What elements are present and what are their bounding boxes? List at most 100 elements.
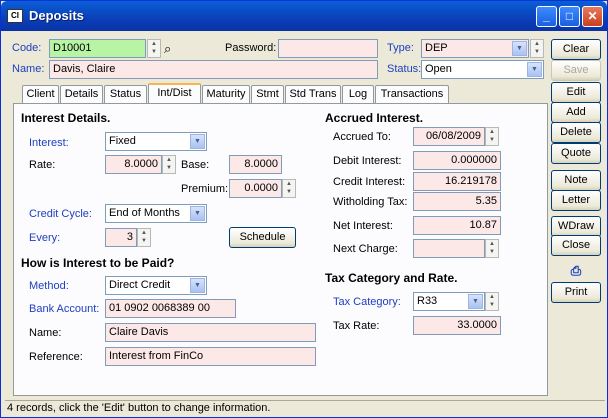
minimize-button[interactable]: _ <box>536 6 557 27</box>
rate-label: Rate: <box>29 159 56 171</box>
note-button[interactable]: Note <box>551 170 601 191</box>
binoculars-search-icon[interactable]: ⌕ <box>164 41 171 57</box>
printer-icon: ⎙ <box>570 263 582 278</box>
payee-name-label: Name: <box>29 327 62 339</box>
app-icon: CI <box>7 9 23 23</box>
base-field[interactable]: 8.0000 <box>229 155 282 174</box>
tab-log[interactable]: Log <box>342 85 374 103</box>
tax-heading: Tax Category and Rate. <box>325 271 458 285</box>
type-value: DEP <box>425 42 448 54</box>
reference-field[interactable]: Interest from FinCo <box>105 347 316 366</box>
every-label: Every: <box>29 232 61 244</box>
clear-button[interactable]: Clear <box>551 39 601 60</box>
chevron-down-icon[interactable]: ▼ <box>190 278 205 293</box>
type-spinner[interactable]: ▲ ▼ <box>530 39 544 58</box>
password-field[interactable] <box>278 39 378 58</box>
password-label: Password: <box>225 42 277 54</box>
status-select[interactable]: Open ▼ <box>421 60 544 79</box>
net-interest-label: Net Interest: <box>333 220 393 232</box>
rate-field[interactable]: 8.0000 <box>105 155 162 174</box>
premium-field[interactable]: 0.0000 <box>229 179 282 198</box>
tax-category-select[interactable]: R33 ▼ <box>413 292 485 311</box>
every-spinner[interactable]: ▲ ▼ <box>137 228 151 247</box>
close-window-button[interactable]: ✕ <box>582 6 603 27</box>
letter-button[interactable]: Letter <box>551 190 601 211</box>
rate-spinner[interactable]: ▲ ▼ <box>162 155 176 174</box>
next-charge-label: Next Charge: <box>333 243 398 255</box>
debit-interest-field[interactable]: 0.000000 <box>413 151 501 170</box>
code-field[interactable]: D10001 <box>49 39 146 58</box>
interest-details-heading: Interest Details. <box>21 111 111 125</box>
name-label: Name: <box>12 63 45 75</box>
name-field[interactable]: Davis, Claire <box>49 60 378 79</box>
save-button[interactable]: Save <box>551 60 601 81</box>
accrued-heading: Accrued Interest. <box>325 111 424 125</box>
credit-cycle-label: Credit Cycle: <box>29 208 92 220</box>
reference-label: Reference: <box>29 351 83 363</box>
interest-select[interactable]: Fixed ▼ <box>105 132 207 151</box>
credit-interest-label: Credit Interest: <box>333 176 406 188</box>
print-button[interactable]: Print <box>551 282 601 303</box>
tab-client[interactable]: Client <box>22 85 59 103</box>
bank-account-label: Bank Account: <box>29 303 100 315</box>
tab-details[interactable]: Details <box>60 85 103 103</box>
tax-category-label: Tax Category: <box>333 296 401 308</box>
net-interest-field[interactable]: 10.87 <box>413 216 501 235</box>
type-label: Type: <box>387 42 414 54</box>
wdraw-button[interactable]: WDraw <box>551 216 601 237</box>
tab-maturity[interactable]: Maturity <box>202 85 250 103</box>
payment-heading: How is Interest to be Paid? <box>21 256 175 270</box>
next-charge-spinner[interactable]: ▲ ▼ <box>485 239 499 258</box>
bank-account-field[interactable]: 01 0902 0068389 00 <box>105 299 236 318</box>
status-label: Status: <box>387 63 422 75</box>
chevron-down-icon[interactable]: ▼ <box>527 62 542 77</box>
interest-value: Fixed <box>109 135 136 147</box>
tab-status[interactable]: Status <box>104 85 147 103</box>
code-label: Code: <box>12 42 42 54</box>
premium-label: Premium: <box>181 183 229 195</box>
next-charge-field[interactable] <box>413 239 485 258</box>
method-label: Method: <box>29 280 69 292</box>
tab-transactions[interactable]: Transactions <box>375 85 449 103</box>
maximize-button[interactable]: □ <box>559 6 580 27</box>
accrued-to-spinner[interactable]: ▲ ▼ <box>485 127 499 146</box>
code-spinner[interactable]: ▲ ▼ <box>147 39 161 58</box>
credit-cycle-value: End of Months <box>109 207 180 219</box>
delete-button[interactable]: Delete <box>551 122 601 143</box>
accrued-to-label: Accrued To: <box>333 131 391 143</box>
credit-interest-field[interactable]: 16.219178 <box>413 172 501 191</box>
chevron-down-icon[interactable]: ▼ <box>468 294 483 309</box>
chevron-down-icon[interactable]: ▼ <box>512 41 527 56</box>
base-label: Base: <box>181 159 210 171</box>
quote-button[interactable]: Quote <box>551 143 601 164</box>
withholding-tax-label: Witholding Tax: <box>333 196 408 208</box>
type-select[interactable]: DEP ▼ <box>421 39 529 58</box>
status-value: Open <box>425 63 452 75</box>
payee-name-field[interactable]: Claire Davis <box>105 323 316 342</box>
chevron-down-icon[interactable]: ▼ <box>190 134 205 149</box>
debit-interest-label: Debit Interest: <box>333 155 402 167</box>
edit-button[interactable]: Edit <box>551 82 601 103</box>
schedule-button[interactable]: Schedule <box>229 227 296 248</box>
accrued-to-field[interactable]: 06/08/2009 <box>413 127 485 146</box>
title-bar: CI Deposits _ □ ✕ <box>1 1 607 31</box>
add-button[interactable]: Add <box>551 102 601 123</box>
window-title: Deposits <box>29 8 84 23</box>
tab-int-dist[interactable]: Int/Dist <box>148 83 201 104</box>
tax-category-value: R33 <box>417 295 438 307</box>
every-field[interactable]: 3 <box>105 228 137 247</box>
method-select[interactable]: Direct Credit ▼ <box>105 276 207 295</box>
close-button[interactable]: Close <box>551 235 601 256</box>
tab-std-trans[interactable]: Std Trans <box>285 85 341 103</box>
withholding-tax-field[interactable]: 5.35 <box>413 192 501 211</box>
premium-spinner[interactable]: ▲ ▼ <box>282 179 296 198</box>
deposits-window: CI Deposits _ □ ✕ Code: D10001 ▲ ▼ ⌕ Pass… <box>0 0 608 418</box>
credit-cycle-select[interactable]: End of Months ▼ <box>105 204 207 223</box>
tab-stmt[interactable]: Stmt <box>251 85 284 103</box>
tax-rate-field[interactable]: 33.0000 <box>413 316 501 335</box>
tax-rate-label: Tax Rate: <box>333 320 380 332</box>
status-bar: 4 records, click the 'Edit' button to ch… <box>5 400 605 416</box>
method-value: Direct Credit <box>109 279 171 291</box>
tax-category-spinner[interactable]: ▲ ▼ <box>485 292 499 311</box>
chevron-down-icon[interactable]: ▼ <box>190 206 205 221</box>
